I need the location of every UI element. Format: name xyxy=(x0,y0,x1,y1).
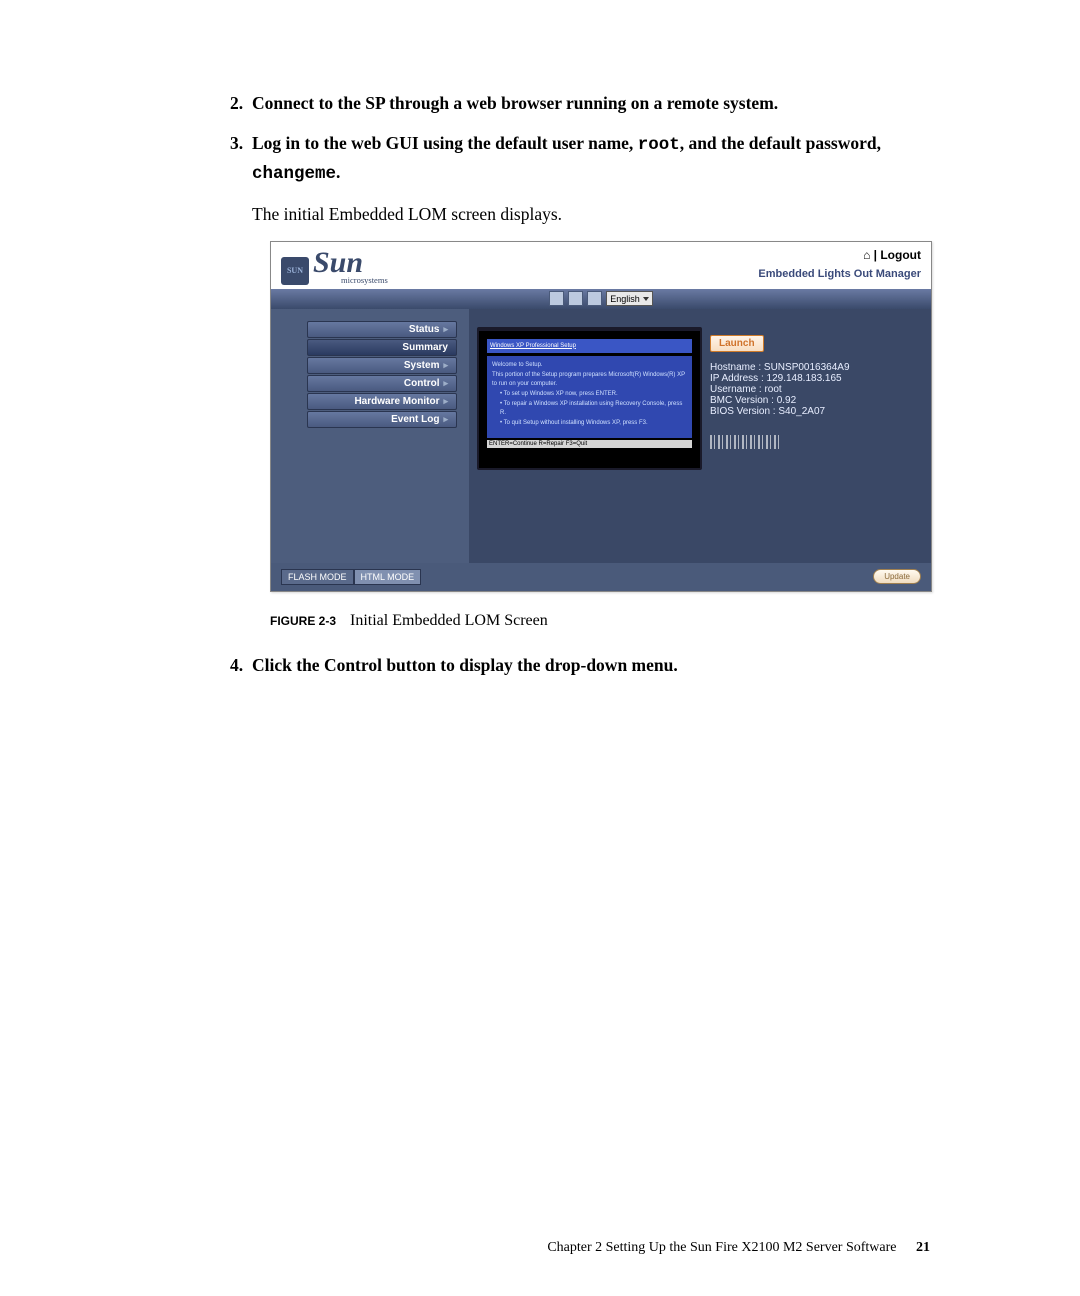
sidebar-summary[interactable]: Summary xyxy=(307,339,457,356)
lom-toolbar: English xyxy=(271,289,931,309)
system-info-panel: Launch Hostname : SUNSP0016364A9 IP Addr… xyxy=(710,335,850,452)
chevron-icon: ▸ xyxy=(443,360,448,371)
console-li3: To quit Setup without installing Windows… xyxy=(504,420,648,426)
page: 2. Connect to the SP through a web brows… xyxy=(0,0,1080,1296)
step-4-number: 4. xyxy=(230,652,252,678)
toolbar-icon-1[interactable] xyxy=(549,291,564,306)
console-welcome: Welcome to Setup. xyxy=(492,361,687,369)
console-body: Welcome to Setup. This portion of the Se… xyxy=(487,356,692,438)
lom-main: Windows XP Professional Setup Welcome to… xyxy=(477,321,921,551)
sidebar-status-label: Status xyxy=(409,324,440,335)
launch-button[interactable]: Launch xyxy=(710,335,764,352)
flash-mode-button[interactable]: FLASH MODE xyxy=(281,569,354,585)
sun-logo-subtext: microsystems xyxy=(341,276,388,285)
elom-subtitle: Embedded Lights Out Manager xyxy=(758,268,921,280)
sun-logo-text: Sun xyxy=(313,248,388,278)
sidebar-eventlog-label: Event Log xyxy=(391,414,439,425)
lom-sidebar: Status▸ Summary System▸ Control▸ Hardwar… xyxy=(307,321,457,551)
step-4-bold: Click the Control button to display the … xyxy=(252,655,678,675)
sidebar-system[interactable]: System▸ xyxy=(307,357,457,374)
mode-switch: FLASH MODE HTML MODE xyxy=(281,569,421,585)
console-menu: ENTER=Continue R=Repair F3=Quit xyxy=(487,440,692,448)
update-button[interactable]: Update xyxy=(873,569,921,584)
info-hostname: Hostname : SUNSP0016364A9 xyxy=(710,362,850,373)
figure-label: FIGURE 2-3 xyxy=(270,614,336,628)
step-3: 3. Log in to the web GUI using the defau… xyxy=(230,130,930,187)
console-li2: To repair a Windows XP installation usin… xyxy=(500,401,682,415)
info-username: Username : root xyxy=(710,384,850,395)
barcode-icon xyxy=(710,435,782,449)
info-bmc-version: BMC Version : 0.92 xyxy=(710,395,850,406)
step-2-bold: Connect to the SP through a web browser … xyxy=(252,93,778,113)
step-3-post: . xyxy=(336,162,340,182)
lom-footer: FLASH MODE HTML MODE Update xyxy=(271,563,931,591)
toolbar-icon-2[interactable] xyxy=(568,291,583,306)
sidebar-summary-label: Summary xyxy=(402,342,448,353)
lom-screenshot: SUN Sun microsystems ⌂ | Logout Embedded… xyxy=(270,241,932,592)
figure-caption-text: Initial Embedded LOM Screen xyxy=(350,612,548,629)
step-4: 4. Click the Control button to display t… xyxy=(230,652,930,678)
sidebar-event-log[interactable]: Event Log ▸ xyxy=(307,411,457,428)
step-3-user: root xyxy=(638,135,680,155)
sidebar-control-label: Control xyxy=(404,378,440,389)
logout-link[interactable]: ⌂ | Logout xyxy=(758,248,921,262)
chevron-icon: ▸ xyxy=(443,378,448,389)
sidebar-control[interactable]: Control▸ xyxy=(307,375,457,392)
chevron-icon: ▸ xyxy=(443,414,448,425)
lom-header: SUN Sun microsystems ⌂ | Logout Embedded… xyxy=(271,242,931,285)
sun-logo-icon: SUN xyxy=(281,257,309,285)
remote-console-preview: Windows XP Professional Setup Welcome to… xyxy=(477,327,702,470)
sidebar-status[interactable]: Status▸ xyxy=(307,321,457,338)
step-3-pre: Log in to the web GUI using the default … xyxy=(252,133,638,153)
footer-chapter: Chapter 2 Setting Up the Sun Fire X2100 … xyxy=(547,1240,896,1255)
step-3-text: Log in to the web GUI using the default … xyxy=(252,130,930,187)
toolbar-icon-3[interactable] xyxy=(587,291,602,306)
step-3-mid: , and the default password, xyxy=(680,133,881,153)
language-select[interactable]: English xyxy=(606,291,653,306)
figure-caption: FIGURE 2-3 Initial Embedded LOM Screen xyxy=(270,612,930,630)
console-title: Windows XP Professional Setup xyxy=(487,339,692,353)
sidebar-hwmon-label: Hardware Monitor xyxy=(354,396,439,407)
sun-logo: SUN Sun microsystems xyxy=(281,248,388,285)
info-bios-version: BIOS Version : S40_2A07 xyxy=(710,406,850,417)
sidebar-hardware-monitor[interactable]: Hardware Monitor ▸ xyxy=(307,393,457,410)
info-ip: IP Address : 129.148.183.165 xyxy=(710,373,850,384)
step-2: 2. Connect to the SP through a web brows… xyxy=(230,90,930,116)
chevron-icon: ▸ xyxy=(443,396,448,407)
html-mode-button[interactable]: HTML MODE xyxy=(354,569,422,585)
step-3-pass: changeme xyxy=(252,164,336,184)
chevron-icon: ▸ xyxy=(443,324,448,335)
footer-page-number: 21 xyxy=(916,1240,930,1255)
page-footer: Chapter 2 Setting Up the Sun Fire X2100 … xyxy=(0,1240,1080,1256)
step-4-text: Click the Control button to display the … xyxy=(252,652,930,678)
console-li1: To set up Windows XP now, press ENTER. xyxy=(504,391,618,397)
console-desc: This portion of the Setup program prepar… xyxy=(492,371,687,388)
step-3-number: 3. xyxy=(230,130,252,187)
sidebar-system-label: System xyxy=(404,360,440,371)
step-3-sub: The initial Embedded LOM screen displays… xyxy=(252,201,930,227)
lom-body: Status▸ Summary System▸ Control▸ Hardwar… xyxy=(271,309,931,563)
step-2-number: 2. xyxy=(230,90,252,116)
step-2-text: Connect to the SP through a web browser … xyxy=(252,90,930,116)
